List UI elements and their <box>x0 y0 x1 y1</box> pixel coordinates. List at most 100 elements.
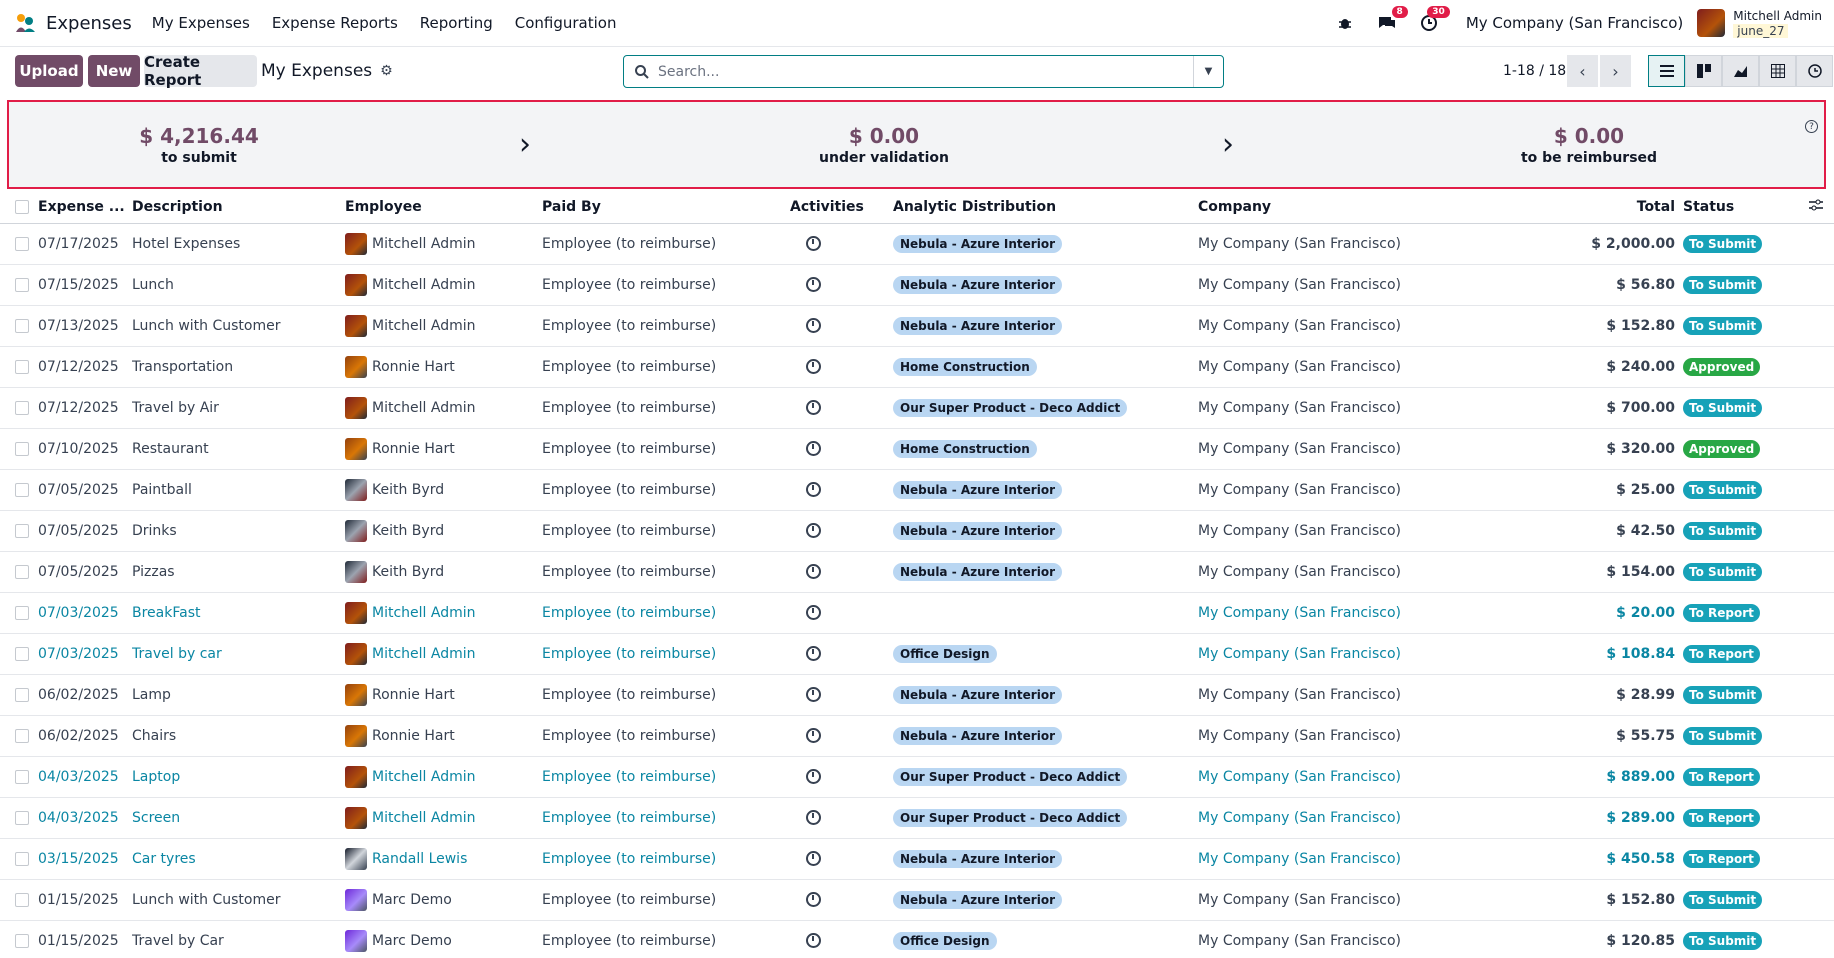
header-total[interactable]: Total <box>1555 192 1683 224</box>
activity-clock-icon[interactable] <box>806 851 821 866</box>
activity-clock-icon[interactable] <box>806 687 821 702</box>
table-row[interactable]: 07/17/2025 Hotel Expenses Mitchell Admin Em… <box>0 223 1834 265</box>
select-all-checkbox[interactable] <box>15 200 29 215</box>
pager-previous-icon[interactable]: ‹ <box>1567 55 1598 87</box>
row-checkbox[interactable] <box>15 605 29 620</box>
activity-clock-icon[interactable] <box>806 400 821 415</box>
header-analytic-distribution[interactable]: Analytic Distribution <box>893 192 1198 224</box>
row-select-cell[interactable] <box>0 428 38 470</box>
kanban-view-icon[interactable] <box>1685 55 1722 87</box>
help-icon[interactable]: ? <box>1805 120 1818 133</box>
row-checkbox[interactable] <box>15 359 29 374</box>
create-report-button[interactable]: Create Report <box>144 53 257 89</box>
select-all-cell[interactable] <box>0 192 38 224</box>
activity-clock-icon[interactable]: 30 <box>1416 6 1450 36</box>
row-select-cell[interactable] <box>0 346 38 388</box>
caret-down-icon[interactable]: ▼ <box>1193 56 1223 87</box>
activity-clock-icon[interactable] <box>806 236 821 251</box>
pager-value[interactable]: 1-18 / 18 <box>1503 63 1566 79</box>
row-checkbox[interactable] <box>15 892 29 907</box>
summary-under-validation[interactable]: $ 0.00 under validation <box>789 124 979 166</box>
graph-view-icon[interactable] <box>1722 55 1759 87</box>
header-paid-by[interactable]: Paid By <box>542 192 790 224</box>
pivot-view-icon[interactable] <box>1759 55 1796 87</box>
summary-to-be-reimbursed[interactable]: $ 0.00 to be reimbursed <box>1494 124 1684 166</box>
activity-clock-icon[interactable] <box>806 564 821 579</box>
table-row[interactable]: 07/13/2025 Lunch with Customer Mitchell Ad… <box>0 305 1834 347</box>
gear-icon[interactable]: ⚙ <box>380 63 393 79</box>
table-row[interactable]: 06/02/2025 Lamp Ronnie Hart Employee (to re… <box>0 674 1834 716</box>
row-select-cell[interactable] <box>0 633 38 675</box>
row-select-cell[interactable] <box>0 879 38 921</box>
list-view-icon[interactable] <box>1648 55 1685 87</box>
row-checkbox[interactable] <box>15 687 29 702</box>
table-row[interactable]: 07/10/2025 Restaurant Ronnie Hart Employee … <box>0 428 1834 470</box>
header-description[interactable]: Description <box>132 192 345 224</box>
row-select-cell[interactable] <box>0 469 38 511</box>
bug-icon[interactable] <box>1332 10 1358 36</box>
row-select-cell[interactable] <box>0 387 38 429</box>
menu-my-expenses[interactable]: My Expenses <box>152 14 250 32</box>
header-activities[interactable]: Activities <box>790 192 893 224</box>
company-switcher[interactable]: My Company (San Francisco) <box>1466 14 1683 32</box>
activity-view-icon[interactable] <box>1796 55 1833 87</box>
row-checkbox[interactable] <box>15 523 29 538</box>
activity-clock-icon[interactable] <box>806 441 821 456</box>
row-checkbox[interactable] <box>15 318 29 333</box>
search-input[interactable] <box>658 63 1178 80</box>
upload-button[interactable]: Upload <box>15 55 83 87</box>
table-row[interactable]: 07/05/2025 Paintball Keith Byrd Employee (t… <box>0 469 1834 511</box>
column-settings-icon[interactable] <box>1809 199 1823 211</box>
row-select-cell[interactable] <box>0 264 38 306</box>
table-row[interactable]: 04/03/2025 Screen Mitchell Admin Employee (… <box>0 797 1834 839</box>
row-checkbox[interactable] <box>15 277 29 292</box>
table-row[interactable]: 07/12/2025 Transportation Ronnie Hart Emplo… <box>0 346 1834 388</box>
row-checkbox[interactable] <box>15 933 29 948</box>
row-select-cell[interactable] <box>0 797 38 839</box>
activity-clock-icon[interactable] <box>806 523 821 538</box>
table-row[interactable]: 07/03/2025 BreakFast Mitchell Admin Employe… <box>0 592 1834 634</box>
row-checkbox[interactable] <box>15 236 29 251</box>
row-checkbox[interactable] <box>15 728 29 743</box>
table-row[interactable]: 07/05/2025 Drinks Keith Byrd Employee (to r… <box>0 510 1834 552</box>
summary-to-submit[interactable]: $ 4,216.44 to submit <box>104 124 294 166</box>
new-button[interactable]: New <box>88 55 140 87</box>
row-checkbox[interactable] <box>15 441 29 456</box>
table-row[interactable]: 03/15/2025 Car tyres Randall Lewis Employee… <box>0 838 1834 880</box>
row-select-cell[interactable] <box>0 756 38 798</box>
table-row[interactable]: 07/12/2025 Travel by Air Mitchell Admin Emp… <box>0 387 1834 429</box>
row-checkbox[interactable] <box>15 810 29 825</box>
table-row[interactable]: 07/03/2025 Travel by car Mitchell Admin Emp… <box>0 633 1834 675</box>
header-status[interactable]: Status <box>1683 192 1809 224</box>
user-avatar[interactable] <box>1697 9 1726 37</box>
menu-reporting[interactable]: Reporting <box>420 14 493 32</box>
activity-clock-icon[interactable] <box>806 482 821 497</box>
activity-clock-icon[interactable] <box>806 646 821 661</box>
activity-clock-icon[interactable] <box>806 605 821 620</box>
row-select-cell[interactable] <box>0 592 38 634</box>
table-row[interactable]: 07/15/2025 Lunch Mitchell Admin Employee (t… <box>0 264 1834 306</box>
row-select-cell[interactable] <box>0 920 38 958</box>
row-checkbox[interactable] <box>15 482 29 497</box>
activity-clock-icon[interactable] <box>806 933 821 948</box>
activity-clock-icon[interactable] <box>806 277 821 292</box>
row-checkbox[interactable] <box>15 646 29 661</box>
table-row[interactable]: 04/03/2025 Laptop Mitchell Admin Employee (… <box>0 756 1834 798</box>
row-checkbox[interactable] <box>15 564 29 579</box>
activity-clock-icon[interactable] <box>806 318 821 333</box>
pager-next-icon[interactable]: › <box>1600 55 1631 87</box>
row-checkbox[interactable] <box>15 851 29 866</box>
header-expense-date[interactable]: Expense ... <box>38 192 132 224</box>
activity-clock-icon[interactable] <box>806 810 821 825</box>
table-row[interactable]: 01/15/2025 Lunch with Customer Marc Demo Em… <box>0 879 1834 921</box>
row-select-cell[interactable] <box>0 305 38 347</box>
activity-clock-icon[interactable] <box>806 359 821 374</box>
row-checkbox[interactable] <box>15 769 29 784</box>
table-row[interactable]: 01/15/2025 Travel by Car Marc Demo Employee… <box>0 920 1834 958</box>
table-row[interactable]: 07/05/2025 Pizzas Keith Byrd Employee (to r… <box>0 551 1834 593</box>
user-menu[interactable]: Mitchell Admin june_27 <box>1733 9 1822 38</box>
row-select-cell[interactable] <box>0 838 38 880</box>
activity-clock-icon[interactable] <box>806 769 821 784</box>
header-employee[interactable]: Employee <box>345 192 542 224</box>
row-select-cell[interactable] <box>0 223 38 265</box>
